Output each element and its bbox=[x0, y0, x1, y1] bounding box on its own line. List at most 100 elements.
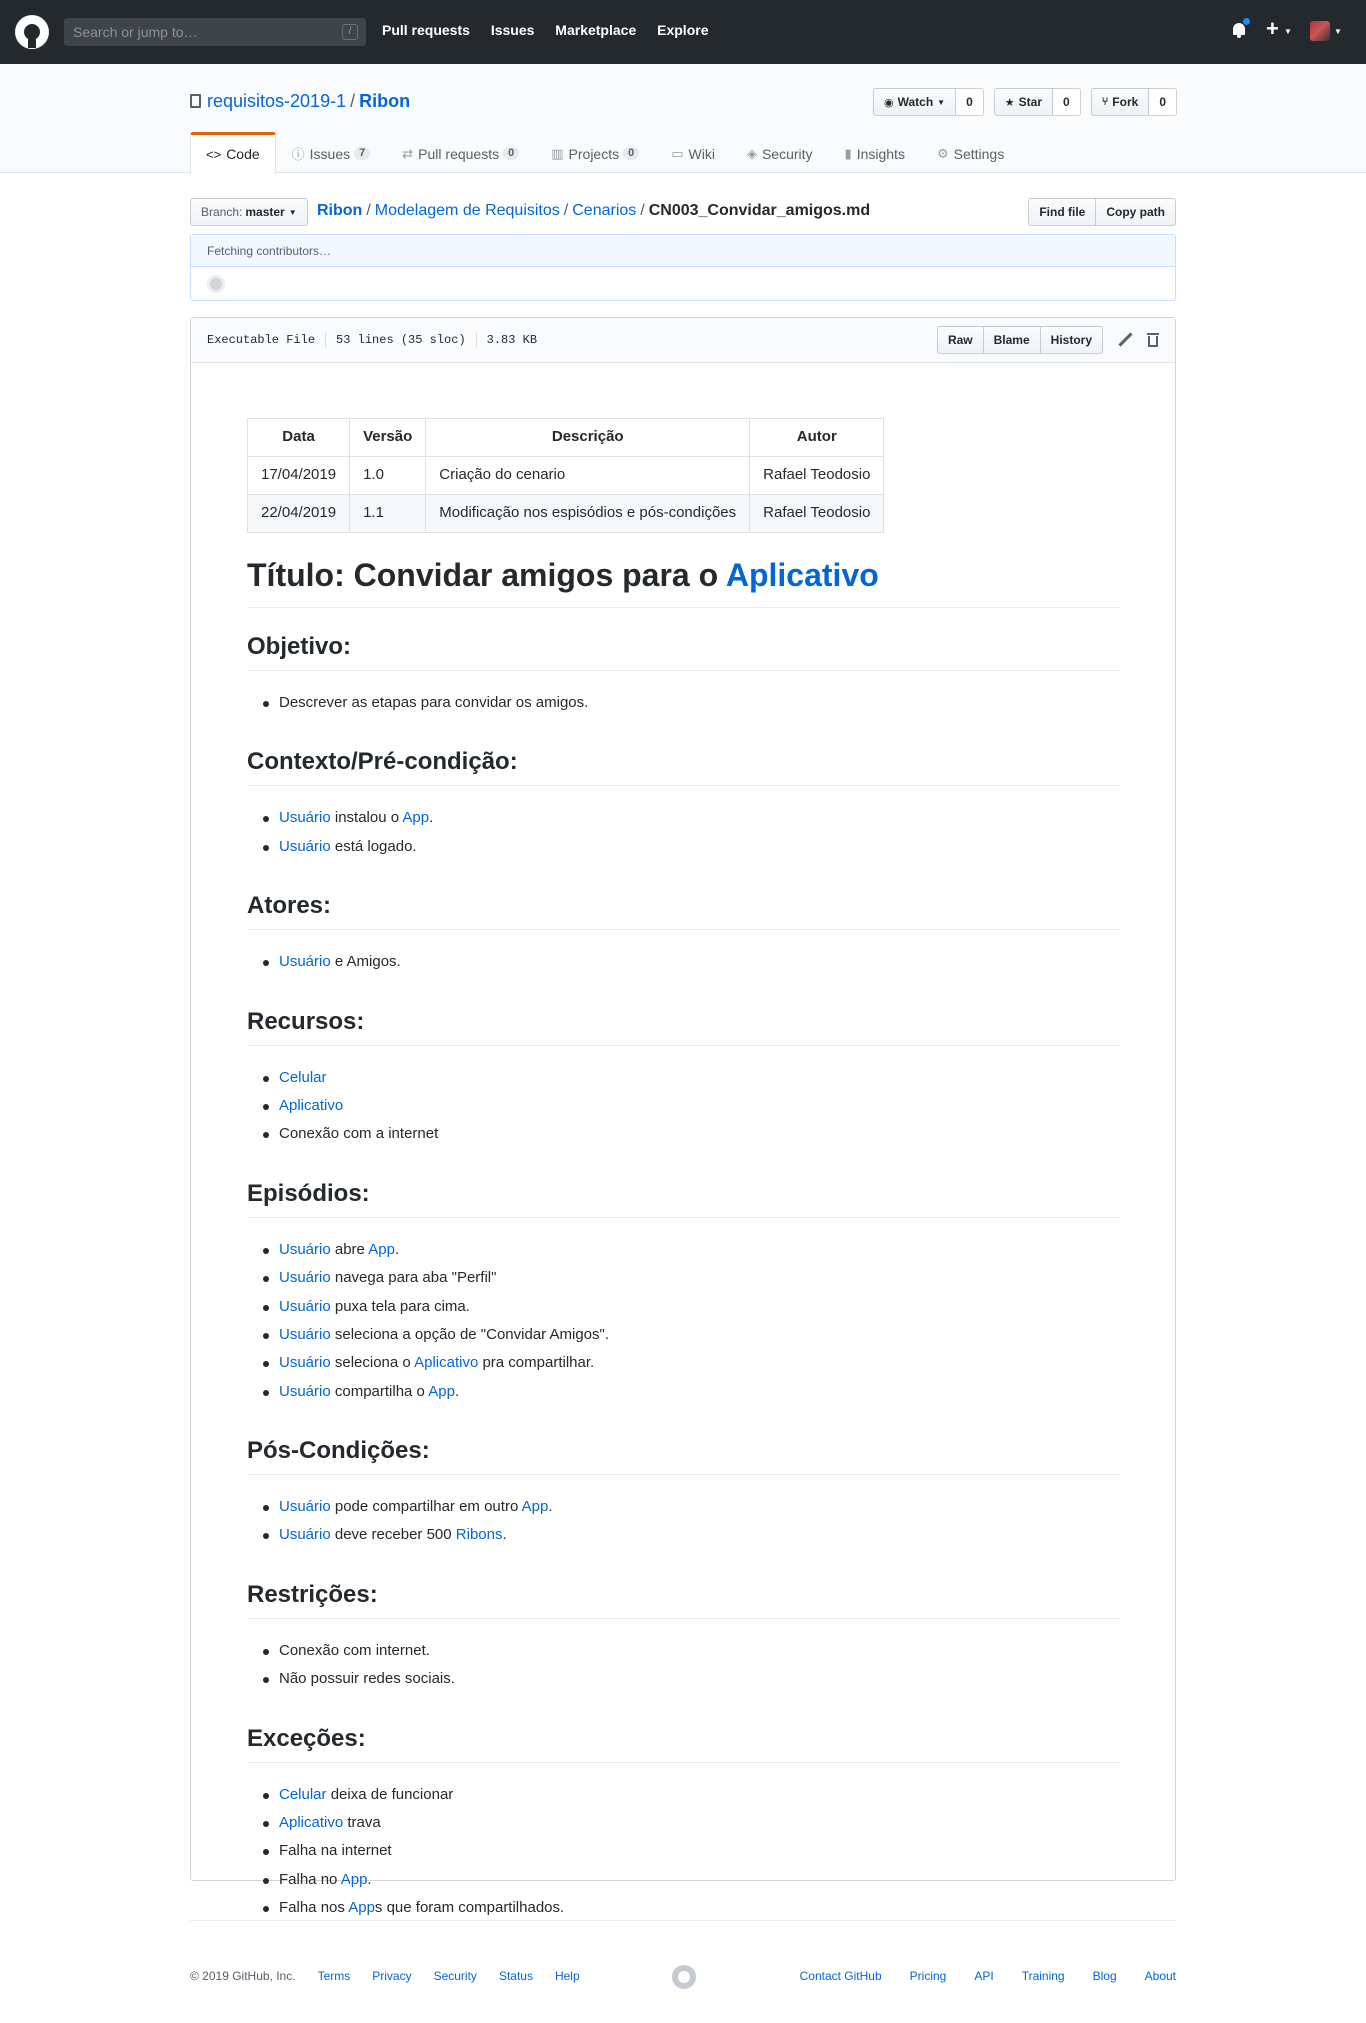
inline-link[interactable]: Usuário bbox=[279, 838, 331, 855]
search-input[interactable] bbox=[64, 18, 334, 46]
tab-issues[interactable]: ⓘ Issues 7 bbox=[276, 132, 387, 173]
github-logo-icon[interactable] bbox=[15, 15, 49, 49]
pencil-edit-icon[interactable] bbox=[1117, 332, 1133, 348]
footer-link-blog[interactable]: Blog bbox=[1093, 1969, 1117, 1983]
breadcrumb-separator: / bbox=[563, 202, 569, 219]
history-button[interactable]: History bbox=[1040, 326, 1103, 354]
inline-link[interactable]: Aplicativo bbox=[279, 1097, 343, 1114]
footer-link-about[interactable]: About bbox=[1145, 1969, 1176, 1983]
inline-link[interactable]: App bbox=[348, 1899, 375, 1916]
tab-pull-requests[interactable]: ⇄ Pull requests 0 bbox=[386, 132, 535, 173]
inline-link[interactable]: App bbox=[341, 1871, 368, 1888]
inline-link[interactable]: Ribons bbox=[456, 1526, 503, 1543]
breadcrumb-folder-link[interactable]: Cenarios bbox=[572, 202, 636, 219]
watch-count[interactable]: 0 bbox=[956, 88, 984, 116]
breadcrumb-repo-link[interactable]: Ribon bbox=[317, 202, 362, 219]
breadcrumb-folder-link[interactable]: Modelagem de Requisitos bbox=[375, 202, 560, 219]
list-item: Usuário puxa tela para cima. bbox=[263, 1293, 1121, 1321]
list-item: Não possuir redes sociais. bbox=[263, 1665, 1121, 1693]
footer-right: Contact GitHub Pricing API Training Blog… bbox=[772, 1969, 1176, 1983]
footer-link-privacy[interactable]: Privacy bbox=[372, 1969, 411, 1983]
nav-pull-requests[interactable]: Pull requests bbox=[382, 22, 470, 38]
repo-owner-link[interactable]: requisitos-2019-1 bbox=[207, 91, 346, 111]
fork-count[interactable]: 0 bbox=[1149, 88, 1177, 116]
footer-link-api[interactable]: API bbox=[974, 1969, 993, 1983]
nav-issues[interactable]: Issues bbox=[491, 22, 535, 38]
tab-security[interactable]: ◈ Security bbox=[731, 132, 829, 173]
create-new-plus-icon[interactable]: + bbox=[1266, 16, 1279, 42]
inline-text: . bbox=[429, 809, 434, 827]
tab-code[interactable]: <> Code bbox=[190, 132, 276, 174]
breadcrumb-filename: CN003_Convidar_amigos.md bbox=[648, 202, 871, 219]
footer-link-security[interactable]: Security bbox=[434, 1969, 477, 1983]
footer-link-status[interactable]: Status bbox=[499, 1969, 533, 1983]
footer-link-training[interactable]: Training bbox=[1022, 1969, 1065, 1983]
repo-actions: ◉ Watch ▼ 0 ★ Star 0 ⑂ Fork 0 bbox=[863, 88, 1177, 116]
inline-link[interactable]: Usuário bbox=[279, 1354, 331, 1371]
list-item: Usuário seleciona o Aplicativo pra compa… bbox=[263, 1349, 1121, 1377]
inline-link[interactable]: Usuário bbox=[279, 1498, 331, 1515]
inline-link[interactable]: Usuário bbox=[279, 1383, 331, 1400]
inline-link[interactable]: Usuário bbox=[279, 1241, 331, 1258]
inline-link[interactable]: App bbox=[402, 809, 429, 826]
inline-link[interactable]: Usuário bbox=[279, 1326, 331, 1343]
star-icon: ★ bbox=[1004, 96, 1015, 109]
branch-name: master bbox=[245, 205, 285, 219]
github-mark-icon[interactable] bbox=[672, 1965, 696, 1989]
fork-button[interactable]: ⑂ Fork bbox=[1090, 88, 1150, 116]
branch-select-button[interactable]: Branch: master ▼ bbox=[190, 198, 308, 226]
star-button[interactable]: ★ Star bbox=[993, 88, 1053, 116]
blame-button[interactable]: Blame bbox=[983, 326, 1041, 354]
footer-link-contact[interactable]: Contact GitHub bbox=[800, 1969, 882, 1983]
inline-link[interactable]: Usuário bbox=[279, 1526, 331, 1543]
inline-link[interactable]: App bbox=[522, 1498, 549, 1515]
section-heading: Objetivo: bbox=[247, 632, 1121, 671]
star-label: Star bbox=[1018, 95, 1042, 109]
inline-link[interactable]: App bbox=[428, 1383, 455, 1400]
inline-link[interactable]: Celular bbox=[279, 1069, 327, 1086]
user-avatar[interactable] bbox=[1310, 21, 1330, 41]
list-item: Usuário seleciona a opção de "Convidar A… bbox=[263, 1321, 1121, 1349]
star-count[interactable]: 0 bbox=[1053, 88, 1081, 116]
section-heading: Contexto/Pré-condição: bbox=[247, 747, 1121, 787]
inline-link[interactable]: Aplicativo bbox=[279, 1814, 343, 1831]
tab-settings[interactable]: ⚙ Settings bbox=[921, 132, 1020, 173]
inline-link[interactable]: Usuário bbox=[279, 953, 331, 970]
fork-label: Fork bbox=[1112, 95, 1139, 109]
nav-explore[interactable]: Explore bbox=[657, 22, 708, 38]
footer-link-help[interactable]: Help bbox=[555, 1969, 580, 1983]
inline-link[interactable]: Celular bbox=[279, 1786, 327, 1803]
inline-link[interactable]: Usuário bbox=[279, 809, 331, 826]
projects-counter: 0 bbox=[623, 147, 640, 160]
nav-marketplace[interactable]: Marketplace bbox=[555, 22, 636, 38]
title-link[interactable]: Aplicativo bbox=[726, 557, 879, 593]
inline-text: Falha no bbox=[279, 1870, 341, 1888]
inline-link[interactable]: App bbox=[368, 1241, 395, 1258]
section-heading: Restrições: bbox=[247, 1580, 1121, 1619]
bullet-list: Descrever as etapas para convidar os ami… bbox=[263, 689, 1121, 717]
breadcrumb-separator: / bbox=[366, 202, 371, 219]
watch-button[interactable]: ◉ Watch ▼ bbox=[873, 88, 957, 116]
title-text: Título: Convidar amigos para o bbox=[247, 557, 726, 593]
tab-wiki[interactable]: ▭ Wiki bbox=[655, 132, 731, 173]
trash-icon[interactable] bbox=[1147, 333, 1159, 347]
tab-insights[interactable]: ▮ Insights bbox=[829, 132, 921, 173]
table-header: Data bbox=[246, 418, 351, 457]
copy-path-button[interactable]: Copy path bbox=[1096, 198, 1176, 226]
inline-text: Descrever as etapas para convidar os ami… bbox=[279, 694, 589, 711]
repo-name-link[interactable]: Ribon bbox=[359, 91, 410, 111]
tab-label: Security bbox=[761, 145, 813, 162]
find-file-button[interactable]: Find file bbox=[1028, 198, 1097, 226]
inline-link[interactable]: Usuário bbox=[279, 1298, 331, 1315]
footer-copyright: © 2019 GitHub, Inc. bbox=[190, 1969, 296, 1983]
search-box[interactable]: / bbox=[64, 18, 366, 46]
footer-link-terms[interactable]: Terms bbox=[318, 1969, 351, 1983]
inline-link[interactable]: Usuário bbox=[279, 1269, 331, 1286]
raw-button[interactable]: Raw bbox=[936, 326, 984, 354]
inline-link[interactable]: Aplicativo bbox=[414, 1354, 478, 1371]
file-actions: Raw Blame History bbox=[936, 326, 1159, 354]
inline-text: s que foram compartilhados. bbox=[374, 1899, 565, 1917]
section-heading: Episódios: bbox=[247, 1179, 1121, 1218]
tab-projects[interactable]: ▥ Projects 0 bbox=[535, 132, 655, 173]
footer-link-pricing[interactable]: Pricing bbox=[910, 1969, 947, 1983]
